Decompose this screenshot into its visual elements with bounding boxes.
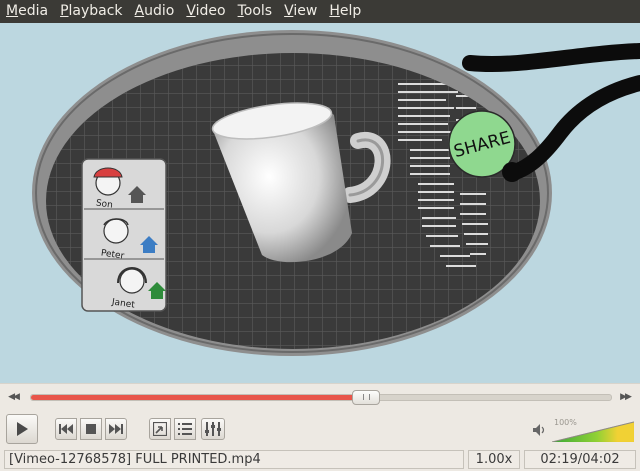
menu-tools[interactable]: Tools bbox=[232, 0, 279, 23]
skip-back-icon bbox=[59, 424, 73, 434]
fullscreen-icon bbox=[153, 422, 167, 436]
control-panel: ◀◀ ▶▶ 100% bbox=[0, 383, 640, 450]
extended-settings-button[interactable] bbox=[201, 418, 225, 440]
equalizer-icon bbox=[205, 422, 221, 436]
seek-bar-handle[interactable] bbox=[351, 390, 380, 405]
volume-slider[interactable] bbox=[552, 420, 634, 442]
previous-button[interactable] bbox=[55, 418, 77, 440]
playlist-button[interactable] bbox=[174, 418, 196, 440]
time-display[interactable]: 02:19/04:02 bbox=[524, 450, 636, 469]
playback-speed[interactable]: 1.00x bbox=[468, 450, 520, 469]
menu-help[interactable]: Help bbox=[323, 0, 367, 23]
video-frame: SHARE Son Peter Janet bbox=[0, 23, 640, 383]
seek-forward-icon[interactable]: ▶▶ bbox=[618, 390, 632, 404]
play-icon bbox=[17, 422, 28, 436]
fullscreen-button[interactable] bbox=[149, 418, 171, 440]
stop-icon bbox=[86, 424, 96, 434]
skip-forward-icon bbox=[109, 424, 123, 434]
menu-audio[interactable]: Audio bbox=[129, 0, 181, 23]
menu-video[interactable]: Video bbox=[180, 0, 231, 23]
menu-view[interactable]: View bbox=[278, 0, 323, 23]
status-bar: [Vimeo-12768578] FULL PRINTED.mp4 1.00x … bbox=[0, 449, 640, 471]
next-button[interactable] bbox=[105, 418, 127, 440]
now-playing-title: [Vimeo-12768578] FULL PRINTED.mp4 bbox=[4, 450, 464, 469]
play-button[interactable] bbox=[6, 414, 38, 444]
seek-bar[interactable] bbox=[30, 390, 612, 405]
seek-bar-progress bbox=[31, 395, 365, 400]
menu-media[interactable]: Media bbox=[0, 0, 54, 23]
volume-icon[interactable] bbox=[532, 422, 548, 438]
stop-button[interactable] bbox=[80, 418, 102, 440]
menu-bar: Media Playback Audio Video Tools View He… bbox=[0, 0, 640, 23]
playlist-icon bbox=[178, 423, 192, 435]
contacts-panel: Son Peter Janet bbox=[81, 158, 167, 312]
menu-playback[interactable]: Playback bbox=[54, 0, 128, 23]
video-display[interactable]: SHARE Son Peter Janet bbox=[0, 23, 640, 383]
seek-back-icon[interactable]: ◀◀ bbox=[6, 390, 20, 404]
